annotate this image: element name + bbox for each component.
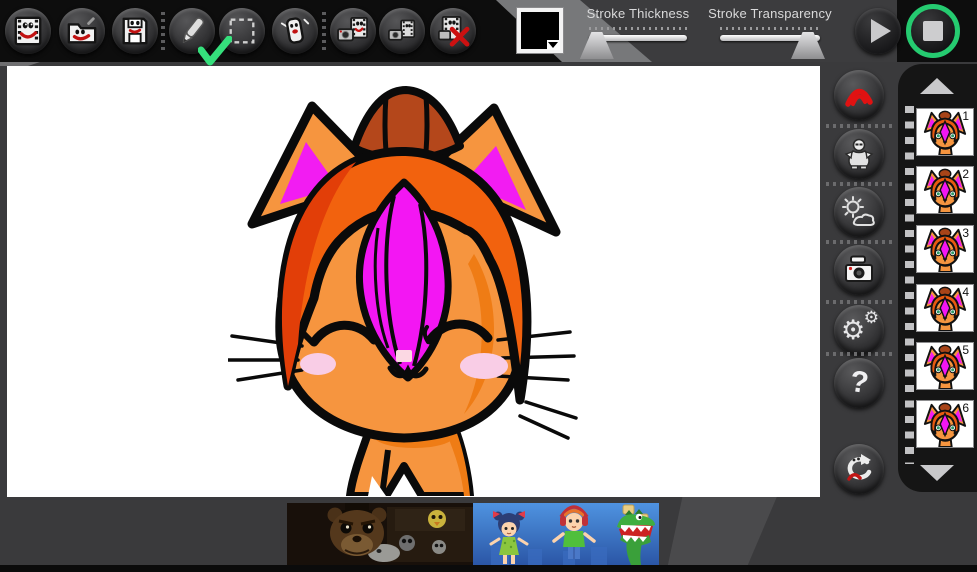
- stroke-thickness-label: Stroke Thickness: [586, 6, 690, 21]
- ad-banner-right[interactable]: [473, 503, 659, 566]
- scenery-button[interactable]: [834, 187, 884, 237]
- record-button[interactable]: [834, 70, 884, 120]
- question-face-icon: ?: [847, 364, 871, 401]
- film-red-x-icon: [438, 15, 470, 47]
- slider-ticks: [720, 27, 820, 30]
- frame-number: 6: [962, 401, 969, 415]
- frame-thumbnail[interactable]: 2: [916, 166, 974, 214]
- color-swatch[interactable]: [517, 8, 563, 53]
- frame-number: 1: [962, 109, 969, 123]
- gear-big-glyph: ⚙: [841, 315, 866, 345]
- floppy-face-icon: [122, 17, 148, 45]
- filmstrip-face-icon: [14, 16, 42, 46]
- frames-panel: 1 2 3 4 5 6: [898, 64, 977, 492]
- drawing-canvas[interactable]: [7, 66, 820, 497]
- photo-button[interactable]: [834, 245, 884, 295]
- play-button[interactable]: [855, 8, 901, 54]
- open-project-button[interactable]: [59, 8, 105, 54]
- scroll-frames-down-button[interactable]: [920, 465, 954, 481]
- play-icon: [871, 19, 891, 43]
- frame-thumbnail[interactable]: 3: [916, 225, 974, 273]
- gear-small-glyph: ⚙: [863, 308, 879, 327]
- app-window: Stroke Thickness Stroke Transparency ⚙ ⚙…: [0, 0, 977, 572]
- sidebar-divider: [826, 182, 892, 186]
- bottom-edge-bar: [0, 565, 977, 572]
- filmstrip-sprocket-holes: [905, 106, 914, 464]
- undo-arrow-face-icon: [847, 454, 872, 481]
- sidebar-divider: [826, 240, 892, 244]
- sidebar-divider: [826, 300, 892, 304]
- save-project-button[interactable]: [112, 8, 158, 54]
- copy-frame-button[interactable]: [330, 8, 376, 54]
- stop-button[interactable]: [906, 4, 960, 58]
- insert-frame-button[interactable]: [379, 8, 425, 54]
- gears-icon: ⚙ ⚙: [841, 309, 879, 347]
- frame-thumbnail[interactable]: 4: [916, 284, 974, 332]
- film-camera-small-icon: [388, 19, 416, 41]
- selected-tool-checkmark-icon: [198, 36, 232, 66]
- scroll-frames-up-button[interactable]: [920, 78, 954, 94]
- characters-button[interactable]: [834, 129, 884, 179]
- sun-cloud-icon: [842, 196, 875, 226]
- red-arc-icon: [845, 88, 873, 107]
- frame-number: 4: [962, 285, 969, 299]
- eraser-face-icon: [280, 17, 310, 44]
- folder-face-icon: [67, 17, 97, 44]
- frame-thumbnail[interactable]: 5: [916, 342, 974, 390]
- undo-button[interactable]: [834, 444, 884, 494]
- new-animation-button[interactable]: [5, 8, 51, 54]
- frame-number: 3: [962, 226, 969, 240]
- frame-thumbnail[interactable]: 1: [916, 108, 974, 156]
- stroke-transparency-label: Stroke Transparency: [708, 6, 832, 21]
- slider-ticks: [589, 27, 687, 30]
- ad-banner: [287, 503, 659, 566]
- settings-button[interactable]: ⚙ ⚙: [834, 305, 884, 355]
- top-toolbar: Stroke Thickness Stroke Transparency: [0, 0, 977, 66]
- stroke-thickness-slider-group: Stroke Thickness: [572, 6, 704, 59]
- ad-banner-left[interactable]: [287, 503, 473, 566]
- toolbar-divider: [322, 12, 326, 54]
- eraser-tool-button[interactable]: [272, 8, 318, 54]
- camera-icon: [845, 255, 873, 282]
- character-icon: [844, 138, 874, 170]
- toolbar-divider: [161, 12, 165, 54]
- stop-icon: [923, 21, 943, 41]
- sidebar-divider: [826, 352, 892, 356]
- frame-thumbnail[interactable]: 6: [916, 400, 974, 448]
- cat-drawing: [228, 86, 578, 496]
- help-button[interactable]: ?: [834, 358, 884, 408]
- film-camera-icon: [337, 16, 368, 42]
- delete-frame-button[interactable]: [430, 8, 476, 54]
- stroke-transparency-slider-group: Stroke Transparency: [695, 6, 845, 59]
- frame-number: 2: [962, 167, 969, 181]
- background-accent: [666, 497, 777, 572]
- color-dropdown-icon[interactable]: [547, 40, 560, 50]
- sidebar-divider: [826, 124, 892, 128]
- frame-number: 5: [962, 343, 969, 357]
